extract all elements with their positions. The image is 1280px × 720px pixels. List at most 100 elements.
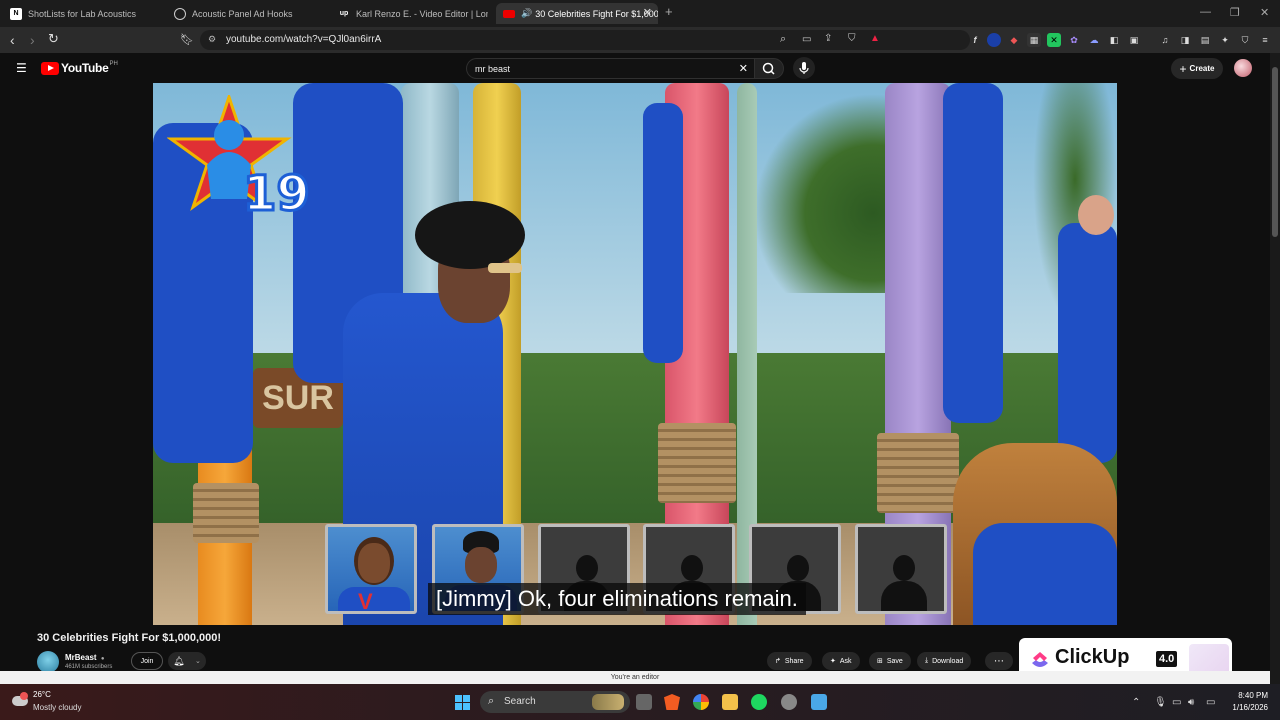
brave-shield-icon[interactable]: ⛉ xyxy=(848,33,856,44)
video-caption: [Jimmy] Ok, four eliminations remain. xyxy=(428,583,806,615)
clock-date[interactable]: 1/16/2026 xyxy=(1226,703,1268,712)
tab-youtube-active[interactable]: 🔊 30 Celebrities Fight For $1,000 ✕ xyxy=(496,3,658,24)
menu-icon[interactable]: ≡ xyxy=(1258,33,1272,47)
tab-upwork[interactable]: up Karl Renzo E. - Video Editor | Long & xyxy=(338,3,488,24)
new-tab-icon[interactable]: + xyxy=(665,4,673,19)
ask-button[interactable]: ✦ Ask xyxy=(822,652,860,670)
rope-base xyxy=(193,483,259,543)
volume-icon[interactable]: 🔊︎ xyxy=(1188,697,1194,708)
search-highlight-icon xyxy=(592,694,624,710)
tab-acoustic-hooks[interactable]: Acoustic Panel Ad Hooks xyxy=(174,3,334,24)
join-button[interactable]: Join xyxy=(131,652,163,670)
microphone-icon[interactable]: 🎙︎ xyxy=(1154,697,1167,708)
create-button[interactable]: + Create xyxy=(1171,58,1223,79)
channel-name[interactable]: MrBeast ● xyxy=(65,653,104,662)
extension-green-icon[interactable]: ✕ xyxy=(1047,33,1061,47)
chrome-icon[interactable] xyxy=(693,694,709,710)
fx-extension-icon[interactable]: f xyxy=(968,33,982,47)
channel-avatar[interactable] xyxy=(37,651,59,673)
close-icon[interactable]: ✕ xyxy=(643,6,652,19)
window-close-icon[interactable]: ✕ xyxy=(1260,6,1269,19)
video-player[interactable]: SUR 19 xyxy=(153,83,1117,625)
bell-icon: 🔔︎ xyxy=(173,655,185,666)
rope-base xyxy=(658,423,736,503)
extension-puzzle-icon[interactable]: ◧ xyxy=(1107,33,1121,47)
spotify-icon[interactable] xyxy=(751,694,767,710)
cast-icon[interactable]: ▭ xyxy=(802,34,811,45)
sidebar-icon[interactable]: ◨ xyxy=(1178,33,1192,47)
save-button[interactable]: ⊞ Save xyxy=(869,652,911,670)
leo-ai-icon[interactable]: ✦ xyxy=(1218,33,1232,47)
save-icon: ⊞ xyxy=(877,658,883,665)
address-bar[interactable]: ⚙ youtube.com/watch?v=QJl0an6irrA ⌕ ▭ ⇪ … xyxy=(200,30,970,50)
extension-screenshot-icon[interactable]: ▣ xyxy=(1127,33,1141,47)
forward-icon[interactable]: › xyxy=(30,32,35,48)
extension-grid-icon[interactable]: ▦ xyxy=(1027,33,1041,47)
wallet-icon[interactable]: ▤ xyxy=(1198,33,1212,47)
region-code: PH xyxy=(109,61,118,67)
tab-title: ShotLists for Lab Acoustics xyxy=(28,8,137,19)
browser-tab-strip: N ShotLists for Lab Acoustics Acoustic P… xyxy=(0,0,1280,27)
bookmark-icon[interactable]: 🔖︎ xyxy=(180,33,194,46)
weather-icon[interactable] xyxy=(10,692,30,710)
extension-purple-icon[interactable]: ✿ xyxy=(1067,33,1081,47)
search-icon[interactable]: ⌕ xyxy=(780,33,786,46)
search-input[interactable]: mr beast ✕ xyxy=(466,58,754,79)
page-scrollbar[interactable] xyxy=(1270,53,1280,684)
clock-time[interactable]: 8:40 PM xyxy=(1232,691,1268,700)
display-icon[interactable]: ▭ xyxy=(1172,697,1181,708)
more-actions-button[interactable]: ⋯ xyxy=(985,652,1013,670)
brave-rewards-icon[interactable]: ▲ xyxy=(870,33,880,44)
scrollbar-thumb[interactable] xyxy=(1272,67,1278,237)
save-label: Save xyxy=(886,657,903,665)
youtube-logo[interactable]: YouTube PH xyxy=(41,61,118,75)
extension-fox-icon[interactable]: ◆ xyxy=(1007,33,1021,47)
youtube-header: ☰ YouTube PH mr beast ✕ + Create xyxy=(0,53,1280,83)
youtube-icon xyxy=(503,9,515,18)
contestant-climber xyxy=(643,103,683,363)
chatgpt-icon xyxy=(174,7,186,20)
vpn-icon[interactable]: ⛉ xyxy=(1238,33,1252,47)
notification-bell-button[interactable]: 🔔︎ ⌄ xyxy=(168,652,206,670)
search-button[interactable] xyxy=(754,58,784,79)
contestant-portrait-face xyxy=(465,547,497,583)
brave-browser-icon[interactable] xyxy=(664,694,680,710)
black-beanie xyxy=(415,201,525,269)
file-explorer-icon[interactable] xyxy=(722,694,738,710)
extension-blue-icon[interactable] xyxy=(987,33,1001,47)
ask-label: Ask xyxy=(839,657,852,665)
share-button[interactable]: ↱ Share xyxy=(767,652,812,670)
avatar[interactable] xyxy=(1234,59,1252,77)
tab-shotlists[interactable]: N ShotLists for Lab Acoustics xyxy=(10,3,170,24)
battery-icon[interactable]: ▭ xyxy=(1206,697,1215,708)
task-view-icon[interactable] xyxy=(636,694,652,710)
reload-icon[interactable]: ↻ xyxy=(48,31,59,47)
share-icon: ↱ xyxy=(775,658,781,665)
chevron-up-icon[interactable]: ⌃ xyxy=(1132,697,1140,708)
tab-title: Karl Renzo E. - Video Editor | Long & xyxy=(356,8,488,19)
minimize-icon[interactable]: — xyxy=(1200,6,1211,18)
windows-start-icon[interactable] xyxy=(455,695,470,710)
sunglasses xyxy=(488,263,522,273)
voice-search-button[interactable] xyxy=(793,57,815,79)
share-page-icon[interactable]: ⇪ xyxy=(824,33,832,44)
download-button[interactable]: ⤓ Download xyxy=(917,652,972,670)
taskbar-search[interactable]: ⌕ Search xyxy=(480,691,630,713)
more-icon: ⋯ xyxy=(994,655,1004,667)
elimination-counter: 19 xyxy=(243,166,310,222)
video-title: 30 Celebrities Fight For $1,000,000! xyxy=(37,632,222,644)
extension-cloud-icon[interactable]: ☁ xyxy=(1087,33,1101,47)
notepad-icon[interactable] xyxy=(811,694,827,710)
clear-search-icon[interactable]: ✕ xyxy=(739,62,748,75)
star-counter-badge: 19 xyxy=(167,95,311,224)
hamburger-menu-icon[interactable]: ☰ xyxy=(16,61,27,75)
editor-notice: You're an editor xyxy=(0,671,1270,684)
ad-version-badge: 4.0 xyxy=(1156,651,1178,667)
media-icon[interactable]: ♫ xyxy=(1158,33,1172,47)
site-info-icon[interactable]: ⚙ xyxy=(208,34,216,45)
contestant-portrait-body xyxy=(338,587,410,611)
settings-icon[interactable] xyxy=(781,694,797,710)
maximize-icon[interactable]: ❐ xyxy=(1230,6,1240,19)
contestant-tile-1: V xyxy=(325,524,417,614)
back-icon[interactable]: ‹ xyxy=(10,32,15,48)
